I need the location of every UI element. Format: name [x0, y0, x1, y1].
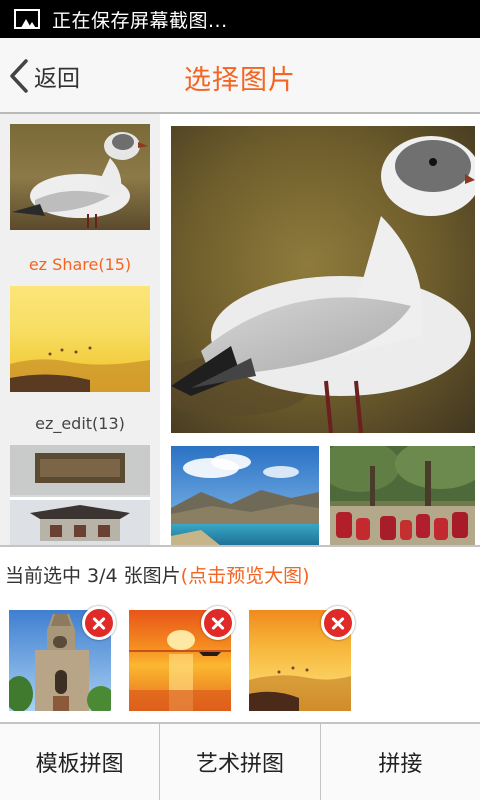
album-thumb-ez-share[interactable]: [10, 124, 150, 230]
close-icon[interactable]: [82, 606, 116, 640]
album-sidebar[interactable]: ez Share(15) ez_edit(13): [0, 114, 160, 546]
image-icon: [14, 9, 40, 29]
photo-lake[interactable]: [171, 446, 319, 546]
template-collage-button[interactable]: 模板拼图: [0, 724, 161, 800]
close-icon[interactable]: [201, 606, 235, 640]
photo-bird[interactable]: [171, 126, 475, 433]
selection-status: 当前选中 3/4 张图片(点击预览大图): [5, 561, 310, 588]
status-text: 正在保存屏幕截图...: [52, 9, 228, 32]
photo-monks[interactable]: [330, 446, 475, 546]
selected-images-strip: [0, 600, 480, 722]
header: 返回 选择图片: [0, 38, 480, 114]
status-bar: 正在保存屏幕截图...: [0, 0, 480, 38]
art-collage-button[interactable]: 艺术拼图: [160, 724, 321, 800]
album-label-ez-edit[interactable]: ez_edit(13): [0, 414, 160, 433]
stitch-button[interactable]: 拼接: [321, 724, 480, 800]
divider: [0, 545, 480, 547]
selection-prefix: 当前选中: [5, 565, 88, 587]
album-thumb-3[interactable]: [10, 445, 150, 546]
close-icon[interactable]: [321, 606, 355, 640]
selection-suffix: 张图片: [117, 565, 181, 587]
preview-link[interactable]: (点击预览大图): [181, 565, 310, 587]
photo-browser: ez Share(15) ez_edit(13): [0, 114, 480, 546]
album-label-ez-share[interactable]: ez Share(15): [0, 255, 160, 274]
selection-count: 3/4: [87, 565, 118, 587]
album-thumb-ez-edit[interactable]: [10, 286, 150, 392]
page-title: 选择图片: [184, 65, 296, 96]
bottom-toolbar: 模板拼图 艺术拼图 拼接: [0, 722, 480, 800]
